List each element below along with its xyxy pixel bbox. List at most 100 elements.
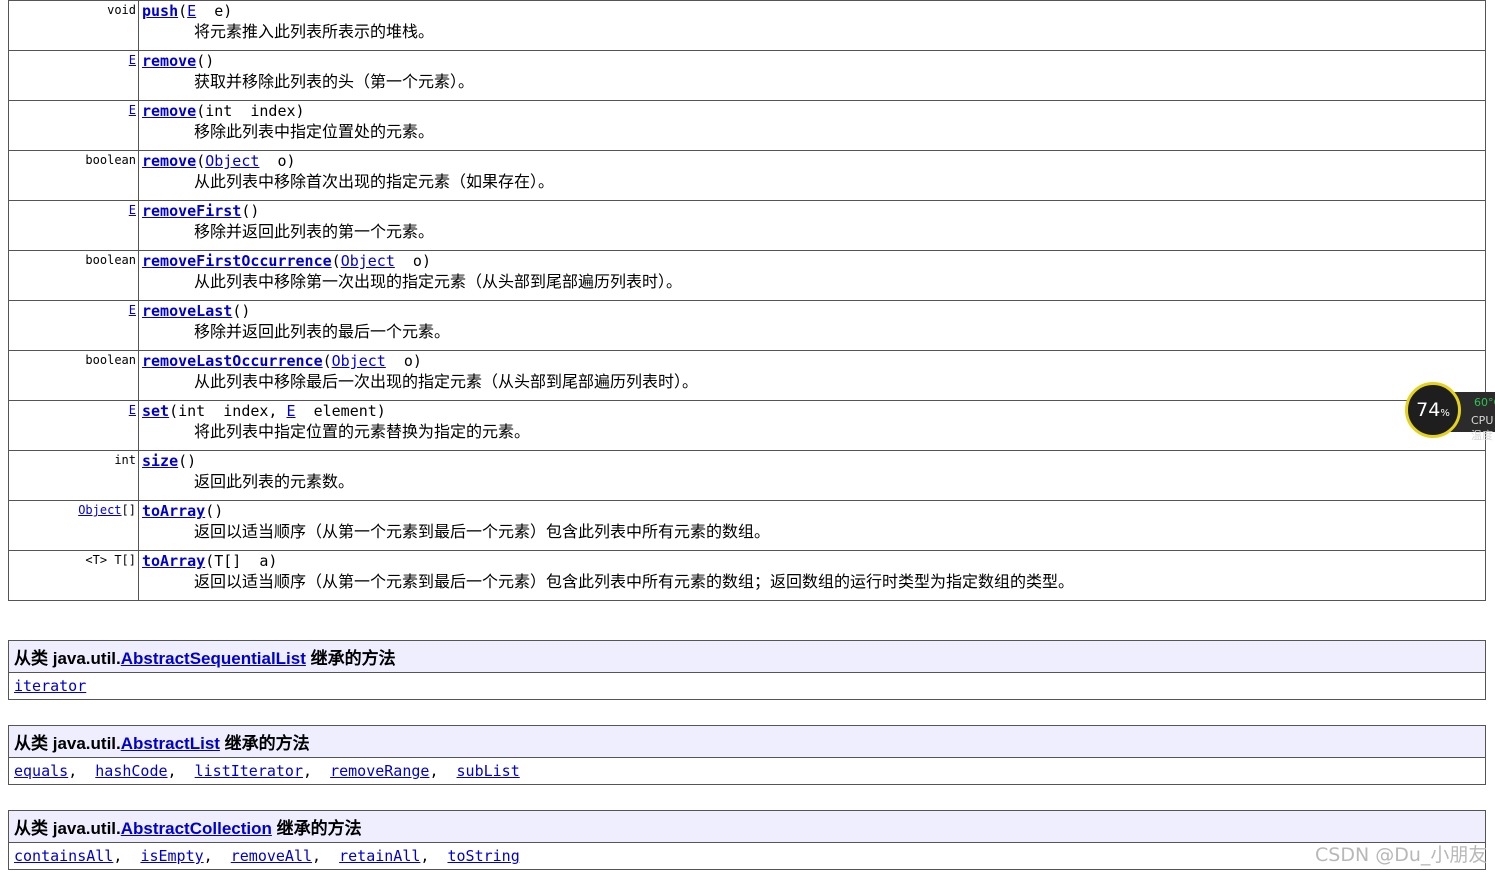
return-type: boolean	[85, 153, 136, 167]
method-name-link[interactable]: removeLast	[142, 302, 232, 320]
return-type-cell: boolean	[8, 150, 139, 201]
method-signature-cell: remove(Object o) 从此列表中移除首次出现的指定元素（如果存在）。	[138, 150, 1486, 201]
inherited-prefix: 从类 java.util.	[14, 649, 121, 668]
inherited-prefix: 从类 java.util.	[14, 734, 121, 753]
method-summary-table: void push(E e) 将元素推入此列表所表示的堆栈。 Eremove() 获取并…	[8, 0, 1486, 601]
inherited-method-link[interactable]: retainAll	[339, 847, 420, 865]
param-type-link[interactable]: E	[187, 2, 196, 20]
return-type-link[interactable]: E	[129, 403, 136, 417]
method-description: 移除并返回此列表的最后一个元素。	[194, 322, 451, 341]
method-name-link[interactable]: remove	[142, 102, 196, 120]
param-type-link[interactable]: E	[287, 402, 296, 420]
return-type-cell: E	[8, 100, 139, 151]
cpu-percent: 74	[1416, 399, 1441, 421]
param-type-link[interactable]: Object	[341, 252, 395, 270]
return-type-link[interactable]: E	[129, 303, 136, 317]
method-name-link[interactable]: remove	[142, 152, 196, 170]
class-link-abstract-list[interactable]: AbstractList	[121, 734, 220, 753]
method-signature-cell: toArray() 返回以适当顺序（从第一个元素到最后一个元素）包含此列表中所有元…	[138, 500, 1486, 551]
method-params-rest: e)	[196, 2, 233, 20]
return-type-suffix: []	[121, 503, 136, 517]
return-type-cell: int	[8, 450, 139, 501]
method-signature-cell: removeFirst() 移除并返回此列表的第一个元素。	[138, 200, 1486, 251]
cpu-temperature: 60°C	[1474, 396, 1495, 409]
method-row: boolean removeLastOccurrence(Object o) 从此列…	[8, 350, 1486, 401]
method-params-rest: o)	[385, 352, 422, 370]
inherited-method-link[interactable]: equals	[14, 762, 68, 780]
method-signature-cell: set(int index, E element) 将此列表中指定位置的元素替换为…	[138, 400, 1486, 451]
return-type-link[interactable]: E	[129, 103, 136, 117]
method-signature: push(E e)	[142, 1, 1485, 21]
param-type-link[interactable]: Object	[205, 152, 259, 170]
method-row: boolean remove(Object o) 从此列表中移除首次出现的指定元素（…	[8, 150, 1486, 201]
method-signature: toArray()	[142, 501, 1485, 521]
method-rows: void push(E e) 将元素推入此列表所表示的堆栈。 Eremove() 获取并…	[8, 0, 1486, 601]
method-name-link[interactable]: toArray	[142, 552, 205, 570]
method-params-rest: o)	[394, 252, 431, 270]
method-params: (	[331, 252, 341, 270]
method-row: Object[] toArray() 返回以适当顺序（从第一个元素到最后一个元素）包…	[8, 500, 1486, 551]
inherited-method-link[interactable]: iterator	[14, 677, 86, 695]
method-signature: toArray(T[] a)	[142, 551, 1485, 571]
inherited-method-link[interactable]: listIterator	[195, 762, 303, 780]
method-signature-cell: removeLastOccurrence(Object o) 从此列表中移除最后一…	[138, 350, 1486, 401]
method-signature: removeLast()	[142, 301, 1485, 321]
method-name-link[interactable]: size	[142, 452, 178, 470]
method-params: ()	[178, 452, 197, 470]
method-name-link[interactable]: toArray	[142, 502, 205, 520]
method-name-link[interactable]: removeFirst	[142, 202, 241, 220]
method-name-link[interactable]: remove	[142, 52, 196, 70]
return-type-cell: Object[]	[8, 500, 139, 551]
return-type-cell: <T> T[]	[8, 550, 139, 601]
method-row: EremoveLast() 移除并返回此列表的最后一个元素。	[8, 300, 1486, 351]
method-row: <T> T[] toArray(T[] a) 返回以适当顺序（从第一个元素到最后一个…	[8, 550, 1486, 601]
method-name-link[interactable]: removeFirstOccurrence	[142, 252, 332, 270]
inherited-method-link[interactable]: subList	[457, 762, 520, 780]
return-type-link[interactable]: E	[129, 53, 136, 67]
method-signature: remove(Object o)	[142, 151, 1485, 171]
method-signature: remove()	[142, 51, 1485, 71]
method-name-link[interactable]: push	[142, 2, 178, 20]
inherited-method-link[interactable]: hashCode	[95, 762, 167, 780]
class-link-abstract-collection[interactable]: AbstractCollection	[121, 819, 272, 838]
csdn-watermark: CSDN @Du_小朋友	[1315, 844, 1488, 866]
method-signature: removeLastOccurrence(Object o)	[142, 351, 1485, 371]
return-type-link[interactable]: E	[129, 203, 136, 217]
method-description: 从此列表中移除首次出现的指定元素（如果存在）。	[194, 172, 555, 191]
method-description: 返回以适当顺序（从第一个元素到最后一个元素）包含此列表中所有元素的数组；返回数组…	[194, 572, 1075, 591]
separator: ,	[167, 762, 195, 780]
separator: ,	[203, 847, 231, 865]
cpu-percent-sign: %	[1440, 408, 1450, 419]
method-row: EremoveFirst() 移除并返回此列表的第一个元素。	[8, 200, 1486, 251]
return-type-cell: E	[8, 50, 139, 101]
cpu-monitor-widget[interactable]: 74% 60°C CPU温度	[1405, 382, 1495, 442]
method-description: 移除并返回此列表的第一个元素。	[194, 222, 435, 241]
inherited-method-link[interactable]: containsAll	[14, 847, 113, 865]
method-description: 将元素推入此列表所表示的堆栈。	[194, 22, 435, 41]
inherited-method-list: containsAll, isEmpty, removeAll, retainA…	[8, 842, 1486, 870]
separator: ,	[303, 762, 331, 780]
class-link-abstract-sequential-list[interactable]: AbstractSequentialList	[121, 649, 306, 668]
return-type-cell: E	[8, 400, 139, 451]
method-signature-cell: remove() 获取并移除此列表的头（第一个元素）。	[138, 50, 1486, 101]
return-type-link[interactable]: Object	[78, 503, 121, 517]
return-type-cell: boolean	[8, 350, 139, 401]
method-name-link[interactable]: set	[142, 402, 169, 420]
method-signature: removeFirst()	[142, 201, 1485, 221]
method-signature: removeFirstOccurrence(Object o)	[142, 251, 1485, 271]
inherited-method-link[interactable]: isEmpty	[140, 847, 203, 865]
inherited-suffix: 继承的方法	[271, 819, 362, 838]
inherited-method-link[interactable]: toString	[448, 847, 520, 865]
method-params: ()	[232, 302, 251, 320]
method-signature-cell: toArray(T[] a) 返回以适当顺序（从第一个元素到最后一个元素）包含此列…	[138, 550, 1486, 601]
inherited-method-link[interactable]: removeAll	[231, 847, 312, 865]
method-name-link[interactable]: removeLastOccurrence	[142, 352, 323, 370]
method-signature-cell: push(E e) 将元素推入此列表所表示的堆栈。	[138, 0, 1486, 51]
inherited-method-link[interactable]: removeRange	[330, 762, 429, 780]
method-params: (	[196, 152, 206, 170]
inherited-header: 从类 java.util.AbstractList 继承的方法	[8, 725, 1486, 758]
param-type-link[interactable]: Object	[332, 352, 386, 370]
method-row: int size() 返回此列表的元素数。	[8, 450, 1486, 501]
method-signature-cell: removeFirstOccurrence(Object o) 从此列表中移除第一…	[138, 250, 1486, 301]
method-description: 从此列表中移除最后一次出现的指定元素（从头部到尾部遍历列表时）。	[194, 372, 699, 391]
